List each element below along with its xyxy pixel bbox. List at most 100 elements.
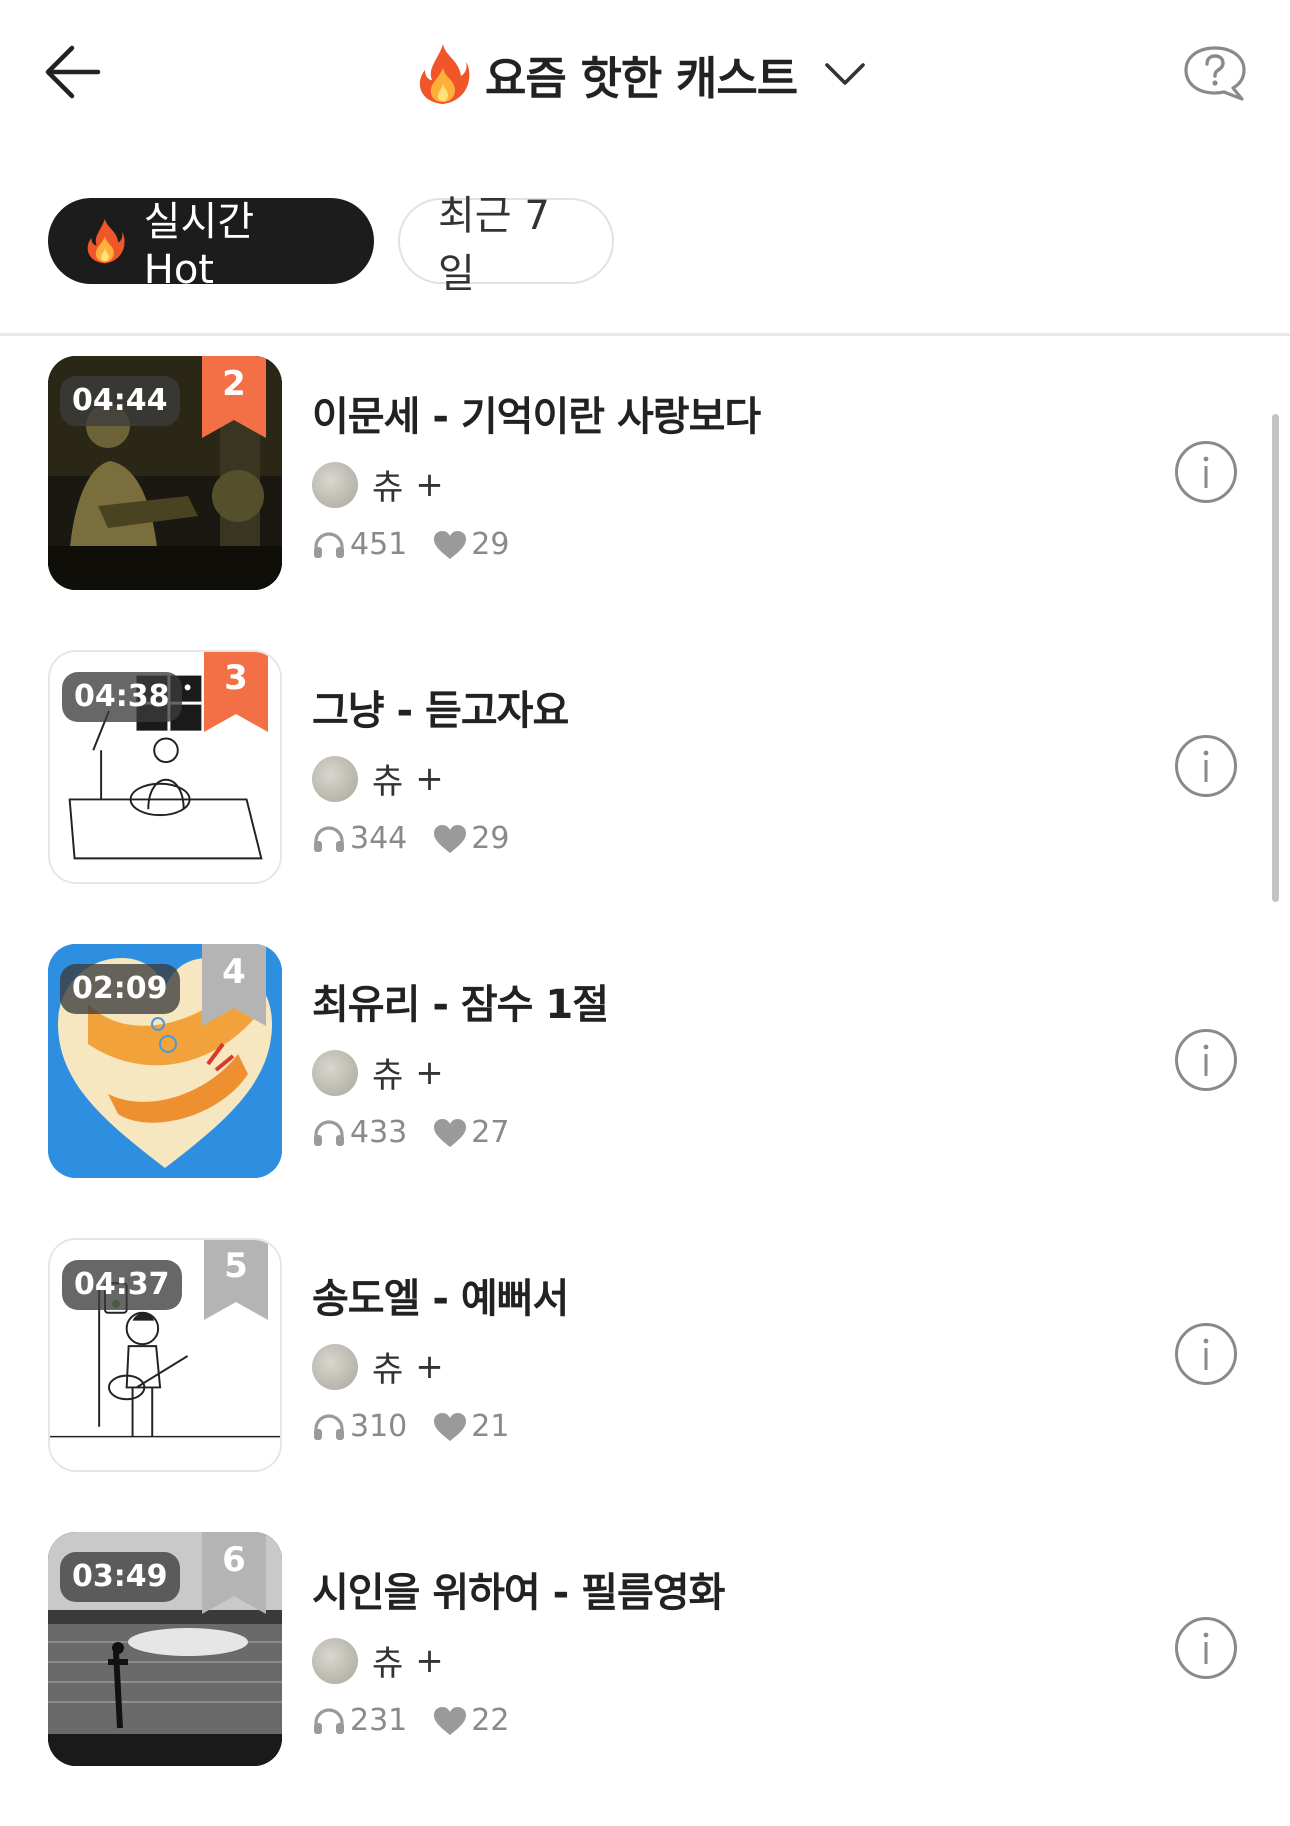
like-count: 29 xyxy=(471,527,510,562)
cast-thumbnail[interactable]: 04:44 2 xyxy=(48,356,282,590)
heart-icon xyxy=(433,1412,467,1442)
rank-badge: 2 xyxy=(202,356,266,438)
cast-item[interactable]: 04:38 3 그냥 - 듣고자요 츄 + 344 29 xyxy=(0,650,1290,944)
headphones-icon xyxy=(312,530,346,560)
author-name[interactable]: 츄 xyxy=(372,1048,403,1097)
heart-icon xyxy=(433,1706,467,1736)
author-name[interactable]: 츄 xyxy=(372,754,403,803)
info-icon[interactable] xyxy=(1174,1028,1238,1092)
question-bubble-icon[interactable] xyxy=(1182,44,1248,104)
author-row: 츄 + xyxy=(312,460,760,509)
duration-badge: 02:09 xyxy=(60,964,180,1014)
cast-title[interactable]: 송도엘 - 예뻐서 xyxy=(312,1266,569,1324)
cast-title[interactable]: 이문세 - 기억이란 사랑보다 xyxy=(312,384,761,442)
play-count: 231 xyxy=(350,1703,408,1738)
follow-button[interactable]: + xyxy=(415,1347,444,1387)
ranking-type-dropdown[interactable]: 요즘 핫한 캐스트 xyxy=(415,38,867,110)
heart-icon xyxy=(433,824,467,854)
follow-button[interactable]: + xyxy=(415,1053,444,1093)
cast-thumbnail[interactable]: 04:38 3 xyxy=(48,650,282,884)
rank-badge: 5 xyxy=(204,1238,268,1320)
like-count: 27 xyxy=(471,1115,510,1150)
cast-info: 이문세 - 기억이란 사랑보다 츄 + 451 29 xyxy=(312,384,761,562)
like-count: 29 xyxy=(471,821,510,856)
arrow-left-icon[interactable] xyxy=(40,38,108,106)
cast-info: 시인을 위하여 - 필름영화 츄 + 231 22 xyxy=(312,1560,725,1738)
tab-label: 실시간 Hot xyxy=(143,199,255,293)
duration-badge: 03:49 xyxy=(60,1552,180,1602)
follow-button[interactable]: + xyxy=(415,1641,444,1681)
follow-button[interactable]: + xyxy=(415,465,444,505)
info-icon[interactable] xyxy=(1174,440,1238,504)
cast-item[interactable]: 04:37 5 송도엘 - 예뻐서 츄 + 310 21 xyxy=(0,1238,1290,1532)
author-row: 츄 + xyxy=(312,1636,724,1685)
tab-realtime-hot[interactable]: 실시간 Hot xyxy=(48,198,374,293)
likes: 29 xyxy=(433,527,509,562)
cast-item[interactable]: 04:44 2 이문세 - 기억이란 사랑보다 츄 + 451 29 xyxy=(0,356,1290,650)
author-name[interactable]: 츄 xyxy=(372,460,403,509)
cast-item[interactable]: 02:09 4 최유리 - 잠수 1절 츄 + 433 27 xyxy=(0,944,1290,1238)
top-app-bar: 요즘 핫한 캐스트 xyxy=(0,0,1290,150)
like-count: 21 xyxy=(471,1409,510,1444)
info-icon[interactable] xyxy=(1174,734,1238,798)
period-tabs: 실시간 Hot 최근 7일 xyxy=(48,193,614,297)
heart-icon xyxy=(433,530,467,560)
likes: 21 xyxy=(433,1409,509,1444)
author-row: 츄 + xyxy=(312,1048,608,1097)
author-row: 츄 + xyxy=(312,754,568,803)
cast-info: 송도엘 - 예뻐서 츄 + 310 21 xyxy=(312,1266,569,1444)
cast-title[interactable]: 시인을 위하여 - 필름영화 xyxy=(312,1560,725,1618)
cast-title[interactable]: 최유리 - 잠수 1절 xyxy=(312,972,609,1030)
author-row: 츄 + xyxy=(312,1342,568,1391)
stats-row: 344 29 xyxy=(312,821,568,856)
duration-badge: 04:44 xyxy=(60,376,180,426)
stats-row: 433 27 xyxy=(312,1115,608,1150)
avatar[interactable] xyxy=(312,461,358,508)
likes: 27 xyxy=(433,1115,509,1150)
author-name[interactable]: 츄 xyxy=(372,1342,403,1391)
cast-item[interactable]: 03:49 6 시인을 위하여 - 필름영화 츄 + 231 22 xyxy=(0,1532,1290,1826)
cast-title[interactable]: 그냥 - 듣고자요 xyxy=(312,678,569,736)
avatar[interactable] xyxy=(312,1343,358,1390)
cast-thumbnail[interactable]: 04:37 5 xyxy=(48,1238,282,1472)
stats-row: 310 21 xyxy=(312,1409,568,1444)
divider xyxy=(0,333,1290,336)
tab-recent-7-days[interactable]: 최근 7일 xyxy=(398,193,614,297)
cast-info: 최유리 - 잠수 1절 츄 + 433 27 xyxy=(312,972,609,1150)
avatar[interactable] xyxy=(312,755,358,802)
rank-number: 3 xyxy=(224,658,248,698)
rank-number: 6 xyxy=(222,1540,246,1580)
likes: 22 xyxy=(433,1703,509,1738)
cast-thumbnail[interactable]: 03:49 6 xyxy=(48,1532,282,1766)
scrollbar[interactable] xyxy=(1272,414,1279,902)
avatar[interactable] xyxy=(312,1637,358,1684)
tab-label: 최근 7일 xyxy=(438,193,550,297)
play-count: 344 xyxy=(350,821,408,856)
like-count: 22 xyxy=(471,1703,510,1738)
headphones-icon xyxy=(312,1118,346,1148)
play-count: 433 xyxy=(350,1115,408,1150)
fire-icon xyxy=(84,216,126,266)
stats-row: 451 29 xyxy=(312,527,760,562)
info-icon[interactable] xyxy=(1174,1616,1238,1680)
info-icon[interactable] xyxy=(1174,1322,1238,1386)
page-title: 요즘 핫한 캐스트 xyxy=(485,51,798,105)
duration-badge: 04:37 xyxy=(62,1260,182,1310)
fire-icon xyxy=(415,42,471,106)
author-name[interactable]: 츄 xyxy=(372,1636,403,1685)
rank-badge: 3 xyxy=(204,650,268,732)
rank-number: 4 xyxy=(222,952,246,992)
avatar[interactable] xyxy=(312,1049,358,1096)
cast-list: 04:44 2 이문세 - 기억이란 사랑보다 츄 + 451 29 04:38… xyxy=(0,356,1290,1826)
play-count: 310 xyxy=(350,1409,408,1444)
cast-thumbnail[interactable]: 02:09 4 xyxy=(48,944,282,1178)
play-count: 451 xyxy=(350,527,408,562)
rank-badge: 6 xyxy=(202,1532,266,1614)
follow-button[interactable]: + xyxy=(415,759,444,799)
chevron-down-icon xyxy=(825,63,865,85)
headphones-icon xyxy=(312,824,346,854)
cast-info: 그냥 - 듣고자요 츄 + 344 29 xyxy=(312,678,569,856)
likes: 29 xyxy=(433,821,509,856)
rank-number: 5 xyxy=(224,1246,248,1286)
duration-badge: 04:38 xyxy=(62,672,182,722)
